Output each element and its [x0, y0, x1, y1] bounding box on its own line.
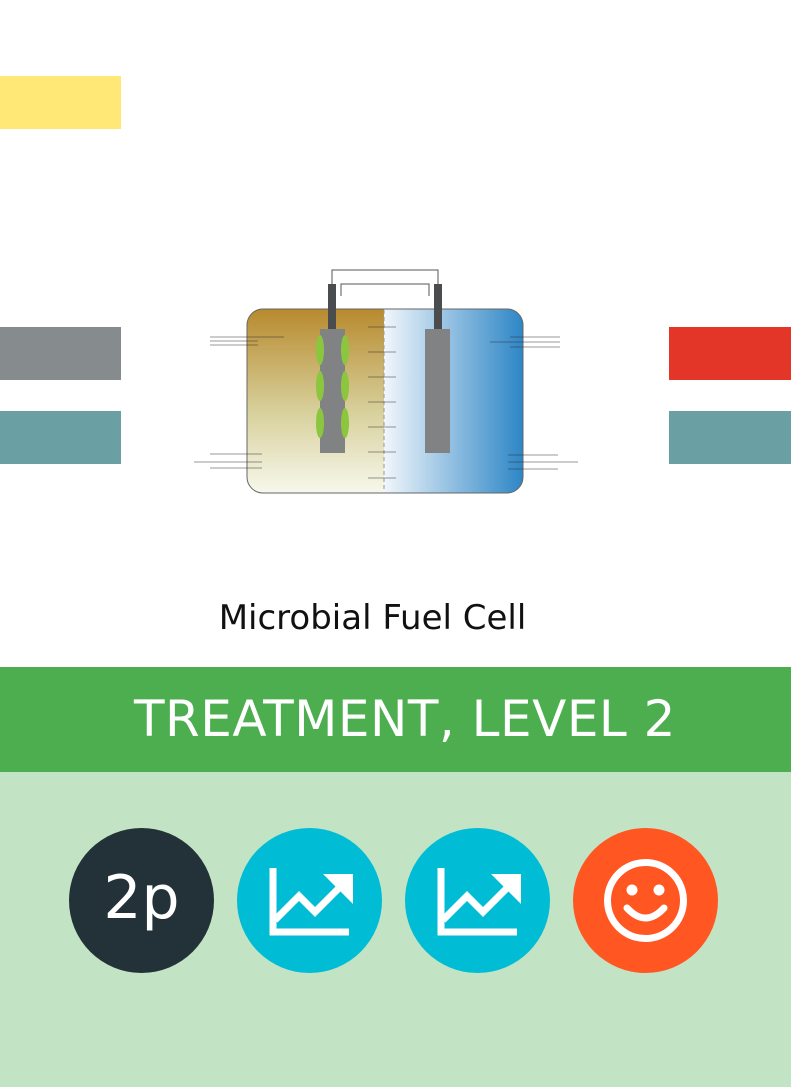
- left-middle-bar: [0, 327, 121, 380]
- right-middle-bar: [669, 327, 791, 380]
- trending-up-icon: [437, 868, 521, 936]
- cathode-electrode: [425, 329, 450, 453]
- trending-up-icon: [269, 868, 353, 936]
- anode-chamber: [247, 309, 384, 493]
- trend-badge-2: [405, 828, 550, 973]
- people-count-text: 2p: [103, 863, 180, 933]
- anode-terminal: [328, 284, 336, 330]
- diagram-caption: Microbial Fuel Cell: [218, 598, 527, 638]
- fuel-cell-diagram: [194, 269, 578, 494]
- smiley-face-icon: [604, 859, 687, 942]
- external-circuit-wire: [331, 269, 439, 296]
- people-count-badge: 2p: [69, 828, 214, 973]
- left-top-bar: [0, 76, 121, 129]
- banner-title: TREATMENT, LEVEL 2: [133, 690, 676, 748]
- right-bottom-bar: [669, 411, 791, 464]
- level-banner: TREATMENT, LEVEL 2: [0, 667, 791, 772]
- cathode-terminal: [434, 284, 442, 330]
- trend-badge-1: [237, 828, 382, 973]
- smiley-badge: [573, 828, 718, 973]
- cathode-chamber: [384, 309, 523, 493]
- left-bottom-bar: [0, 411, 121, 464]
